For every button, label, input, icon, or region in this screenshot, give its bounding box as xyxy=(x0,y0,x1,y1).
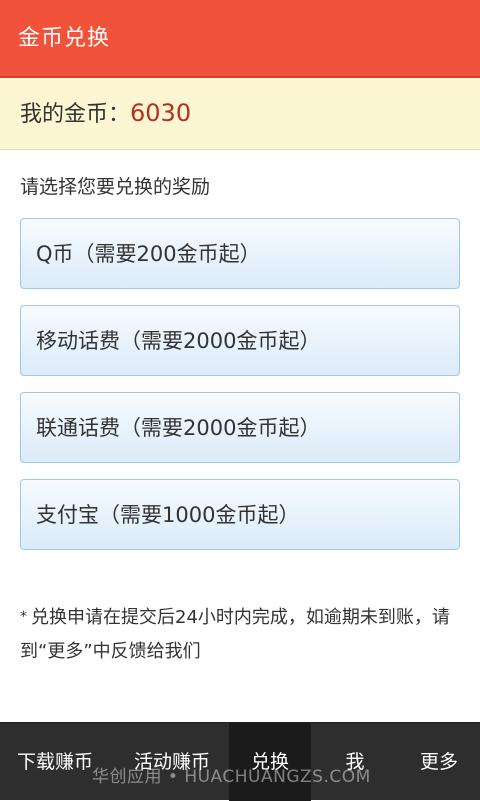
reward-option-mobile-credit[interactable]: 移动话费（需要2000金币起） xyxy=(20,305,460,376)
coin-balance-value: 6030 xyxy=(130,99,192,127)
page-title: 金币兑换 xyxy=(18,26,111,51)
tab-download-earn[interactable]: 下载赚币 xyxy=(0,723,110,801)
app-header: 金币兑换 xyxy=(0,0,480,78)
reward-option-qcoin[interactable]: Q币（需要200金币起） xyxy=(20,218,460,289)
tab-activity-earn[interactable]: 活动赚币 xyxy=(117,723,227,801)
reward-option-alipay[interactable]: 支付宝（需要1000金币起） xyxy=(20,479,460,550)
notice-text: 兑换申请在提交后24小时内完成，如逾期未到账，请到“更多”中反馈给我们 xyxy=(20,607,450,662)
coin-balance-bar: 我的金币：6030 xyxy=(0,78,480,150)
reward-option-unicom-credit[interactable]: 联通话费（需要2000金币起） xyxy=(20,392,460,463)
coin-balance-label: 我的金币： xyxy=(20,102,131,127)
tab-more[interactable]: 更多 xyxy=(398,723,480,801)
coin-balance: 我的金币：6030 xyxy=(20,98,191,130)
bottom-tab-bar: 下载赚币 活动赚币 兑换 我 更多 xyxy=(0,722,480,801)
notice-star: * xyxy=(20,609,27,625)
tab-exchange[interactable]: 兑换 xyxy=(229,723,311,801)
tab-me[interactable]: 我 xyxy=(315,723,395,801)
exchange-notice: * 兑换申请在提交后24小时内完成，如逾期未到账，请到“更多”中反馈给我们 xyxy=(20,600,460,669)
reward-options: Q币（需要200金币起） 移动话费（需要2000金币起） 联通话费（需要2000… xyxy=(20,218,460,566)
reward-prompt: 请选择您要兑换的奖励 xyxy=(20,176,211,198)
